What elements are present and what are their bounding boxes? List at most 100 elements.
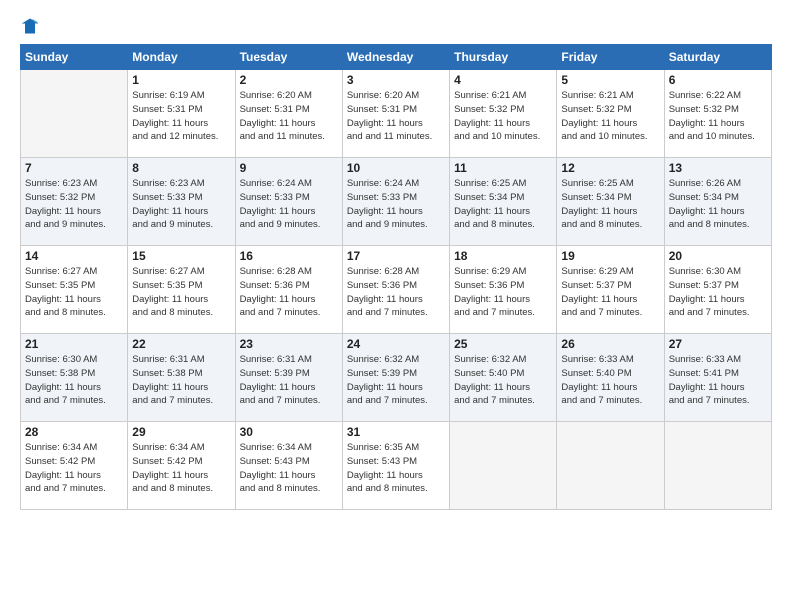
day-info: Sunrise: 6:25 AMSunset: 5:34 PMDaylight:… <box>454 177 552 232</box>
daylight-text-1: Daylight: 11 hours <box>132 118 208 129</box>
daylight-text-1: Daylight: 11 hours <box>240 470 316 481</box>
day-info: Sunrise: 6:34 AM Sunset: 5:42 PM Daylight:… <box>25 441 123 496</box>
day-number: 17 <box>347 249 445 263</box>
daylight-text-1: Daylight: 11 hours <box>132 206 208 217</box>
daylight-text-2: and and 9 minutes. <box>240 219 321 230</box>
calendar-day-cell: 14Sunrise: 6:27 AMSunset: 5:35 PMDayligh… <box>21 246 128 334</box>
day-info: Sunrise: 6:31 AMSunset: 5:38 PMDaylight:… <box>132 353 230 408</box>
daylight-text-1: Daylight: 11 hours <box>132 294 208 305</box>
calendar-day-cell: 22 Sunrise: 6:31 AMSunset: 5:38 PMDayligh… <box>128 334 235 422</box>
calendar-table: SundayMondayTuesdayWednesdayThursdayFrid… <box>20 44 772 510</box>
calendar-day-cell: 21Sunrise: 6:30 AMSunset: 5:38 PMDayligh… <box>21 334 128 422</box>
daylight-text-1: Daylight: 11 hours <box>561 118 637 129</box>
day-number: 22 <box>132 337 230 351</box>
calendar-day-cell: 30Sunrise: 6:34 AMSunset: 5:43 PMDayligh… <box>235 422 342 510</box>
sunrise-text: Sunrise: 6:31 AM <box>132 354 204 365</box>
daylight-text-2: and and 9 minutes. <box>25 219 106 230</box>
calendar-week-row: 1Sunrise: 6:19 AMSunset: 5:31 PMDaylight… <box>21 70 772 158</box>
weekday-header-row: SundayMondayTuesdayWednesdayThursdayFrid… <box>21 45 772 70</box>
sunrise-text: Sunrise: 6:32 AM <box>347 354 419 365</box>
day-info: Sunrise: 6:34 AMSunset: 5:43 PMDaylight:… <box>240 441 338 496</box>
day-info: Sunrise: 6:23 AMSunset: 5:32 PMDaylight:… <box>25 177 123 232</box>
daylight-text-2: and and 12 minutes. <box>132 131 218 142</box>
sunrise-text: Sunrise: 6:27 AM <box>25 266 97 277</box>
calendar-page: SundayMondayTuesdayWednesdayThursdayFrid… <box>0 0 792 612</box>
calendar-week-row: 14Sunrise: 6:27 AMSunset: 5:35 PMDayligh… <box>21 246 772 334</box>
sunset-text: Sunset: 5:42 PM <box>25 456 95 467</box>
calendar-day-cell: 16Sunrise: 6:28 AMSunset: 5:36 PMDayligh… <box>235 246 342 334</box>
sunset-text: Sunset: 5:33 PM <box>132 192 202 203</box>
day-info: Sunrise: 6:33 AMSunset: 5:40 PMDaylight:… <box>561 353 659 408</box>
day-number: 8 <box>132 161 230 175</box>
day-number: 31 <box>347 425 445 439</box>
calendar-day-cell: 5Sunrise: 6:21 AMSunset: 5:32 PMDaylight… <box>557 70 664 158</box>
sunrise-text: Sunrise: 6:34 AM <box>25 442 97 453</box>
day-info: Sunrise: 6:29 AMSunset: 5:36 PMDaylight:… <box>454 265 552 320</box>
daylight-text-2: and and 7 minutes. <box>561 395 642 406</box>
day-number: 20 <box>669 249 767 263</box>
daylight-text-1: Daylight: 11 hours <box>132 382 208 393</box>
sunset-text: Sunset: 5:38 PM <box>25 368 95 379</box>
sunrise-text: Sunrise: 6:20 AM <box>240 90 312 101</box>
sunrise-text: Sunrise: 6:25 AM <box>454 178 526 189</box>
daylight-text-2: and and 7 minutes. <box>240 307 321 318</box>
day-number: 24 <box>347 337 445 351</box>
daylight-text-1: Daylight: 11 hours <box>132 470 208 481</box>
day-info: Sunrise: 6:25 AMSunset: 5:34 PMDaylight:… <box>561 177 659 232</box>
sunrise-text: Sunrise: 6:31 AM <box>240 354 312 365</box>
sunset-text: Sunset: 5:35 PM <box>25 280 95 291</box>
sunrise-text: Sunrise: 6:27 AM <box>132 266 204 277</box>
day-info: Sunrise: 6:28 AMSunset: 5:36 PMDaylight:… <box>347 265 445 320</box>
daylight-text-1: Daylight: 11 hours <box>347 294 423 305</box>
sunrise-text: Sunrise: 6:23 AM <box>25 178 97 189</box>
day-number: 27 <box>669 337 767 351</box>
sunset-text: Sunset: 5:31 PM <box>347 104 417 115</box>
day-info: Sunrise: 6:20 AMSunset: 5:31 PMDaylight:… <box>347 89 445 144</box>
calendar-day-cell <box>664 422 771 510</box>
sunset-text: Sunset: 5:37 PM <box>561 280 631 291</box>
sunrise-text: Sunrise: 6:20 AM <box>347 90 419 101</box>
daylight-text-1: Daylight: 11 hours <box>669 118 745 129</box>
calendar-day-cell: 15Sunrise: 6:27 AMSunset: 5:35 PMDayligh… <box>128 246 235 334</box>
calendar-day-cell <box>450 422 557 510</box>
calendar-week-row: 7Sunrise: 6:23 AMSunset: 5:32 PMDaylight… <box>21 158 772 246</box>
day-info: Sunrise: 6:21 AMSunset: 5:32 PMDaylight:… <box>454 89 552 144</box>
day-number: 28 <box>25 425 123 439</box>
sunset-text: Sunset: 5:36 PM <box>240 280 310 291</box>
day-info: Sunrise: 6:22 AMSunset: 5:32 PMDaylight:… <box>669 89 767 144</box>
sunset-text: Sunset: 5:34 PM <box>669 192 739 203</box>
daylight-text-1: Daylight: 11 hours <box>454 206 530 217</box>
daylight-text-1: Daylight: 11 hours <box>25 470 101 481</box>
calendar-day-cell: 31Sunrise: 6:35 AMSunset: 5:43 PMDayligh… <box>342 422 449 510</box>
day-info: Sunrise: 6:31 AMSunset: 5:39 PMDaylight:… <box>240 353 338 408</box>
calendar-day-cell: 10Sunrise: 6:24 AMSunset: 5:33 PMDayligh… <box>342 158 449 246</box>
sunrise-text: Sunrise: 6:24 AM <box>240 178 312 189</box>
calendar-day-cell: 20 Sunrise: 6:30 AMSunset: 5:37 PMDayligh… <box>664 246 771 334</box>
sunset-text: Sunset: 5:39 PM <box>347 368 417 379</box>
day-info: Sunrise: 6:28 AMSunset: 5:36 PMDaylight:… <box>240 265 338 320</box>
day-info: Sunrise: 6:27 AMSunset: 5:35 PMDaylight:… <box>25 265 123 320</box>
daylight-text-1: Daylight: 11 hours <box>347 470 423 481</box>
day-info: Sunrise: 6:34 AMSunset: 5:42 PMDaylight:… <box>132 441 230 496</box>
calendar-day-cell <box>21 70 128 158</box>
sunset-text: Sunset: 5:32 PM <box>669 104 739 115</box>
day-number: 29 <box>132 425 230 439</box>
sunrise-text: Sunrise: 6:30 AM <box>25 354 97 365</box>
sunrise-text: Sunrise: 6:25 AM <box>561 178 633 189</box>
daylight-text-2: and and 7 minutes. <box>454 395 535 406</box>
day-number: 13 <box>669 161 767 175</box>
sunrise-text: Sunrise: 6:21 AM <box>561 90 633 101</box>
calendar-day-cell: 6Sunrise: 6:22 AMSunset: 5:32 PMDaylight… <box>664 70 771 158</box>
daylight-text-1: Daylight: 11 hours <box>669 206 745 217</box>
sunrise-text: Sunrise: 6:32 AM <box>454 354 526 365</box>
weekday-header-saturday: Saturday <box>664 45 771 70</box>
daylight-text-2: and and 7 minutes. <box>454 307 535 318</box>
day-info: Sunrise: 6:30 AMSunset: 5:37 PMDaylight:… <box>669 265 767 320</box>
daylight-text-2: and and 7 minutes. <box>347 395 428 406</box>
day-number: 19 <box>561 249 659 263</box>
sunset-text: Sunset: 5:40 PM <box>561 368 631 379</box>
daylight-text-1: Daylight: 11 hours <box>25 382 101 393</box>
daylight-text-2: and and 7 minutes. <box>132 395 213 406</box>
calendar-day-cell: 29 Sunrise: 6:34 AMSunset: 5:42 PMDayligh… <box>128 422 235 510</box>
sunset-text: Sunset: 5:33 PM <box>240 192 310 203</box>
